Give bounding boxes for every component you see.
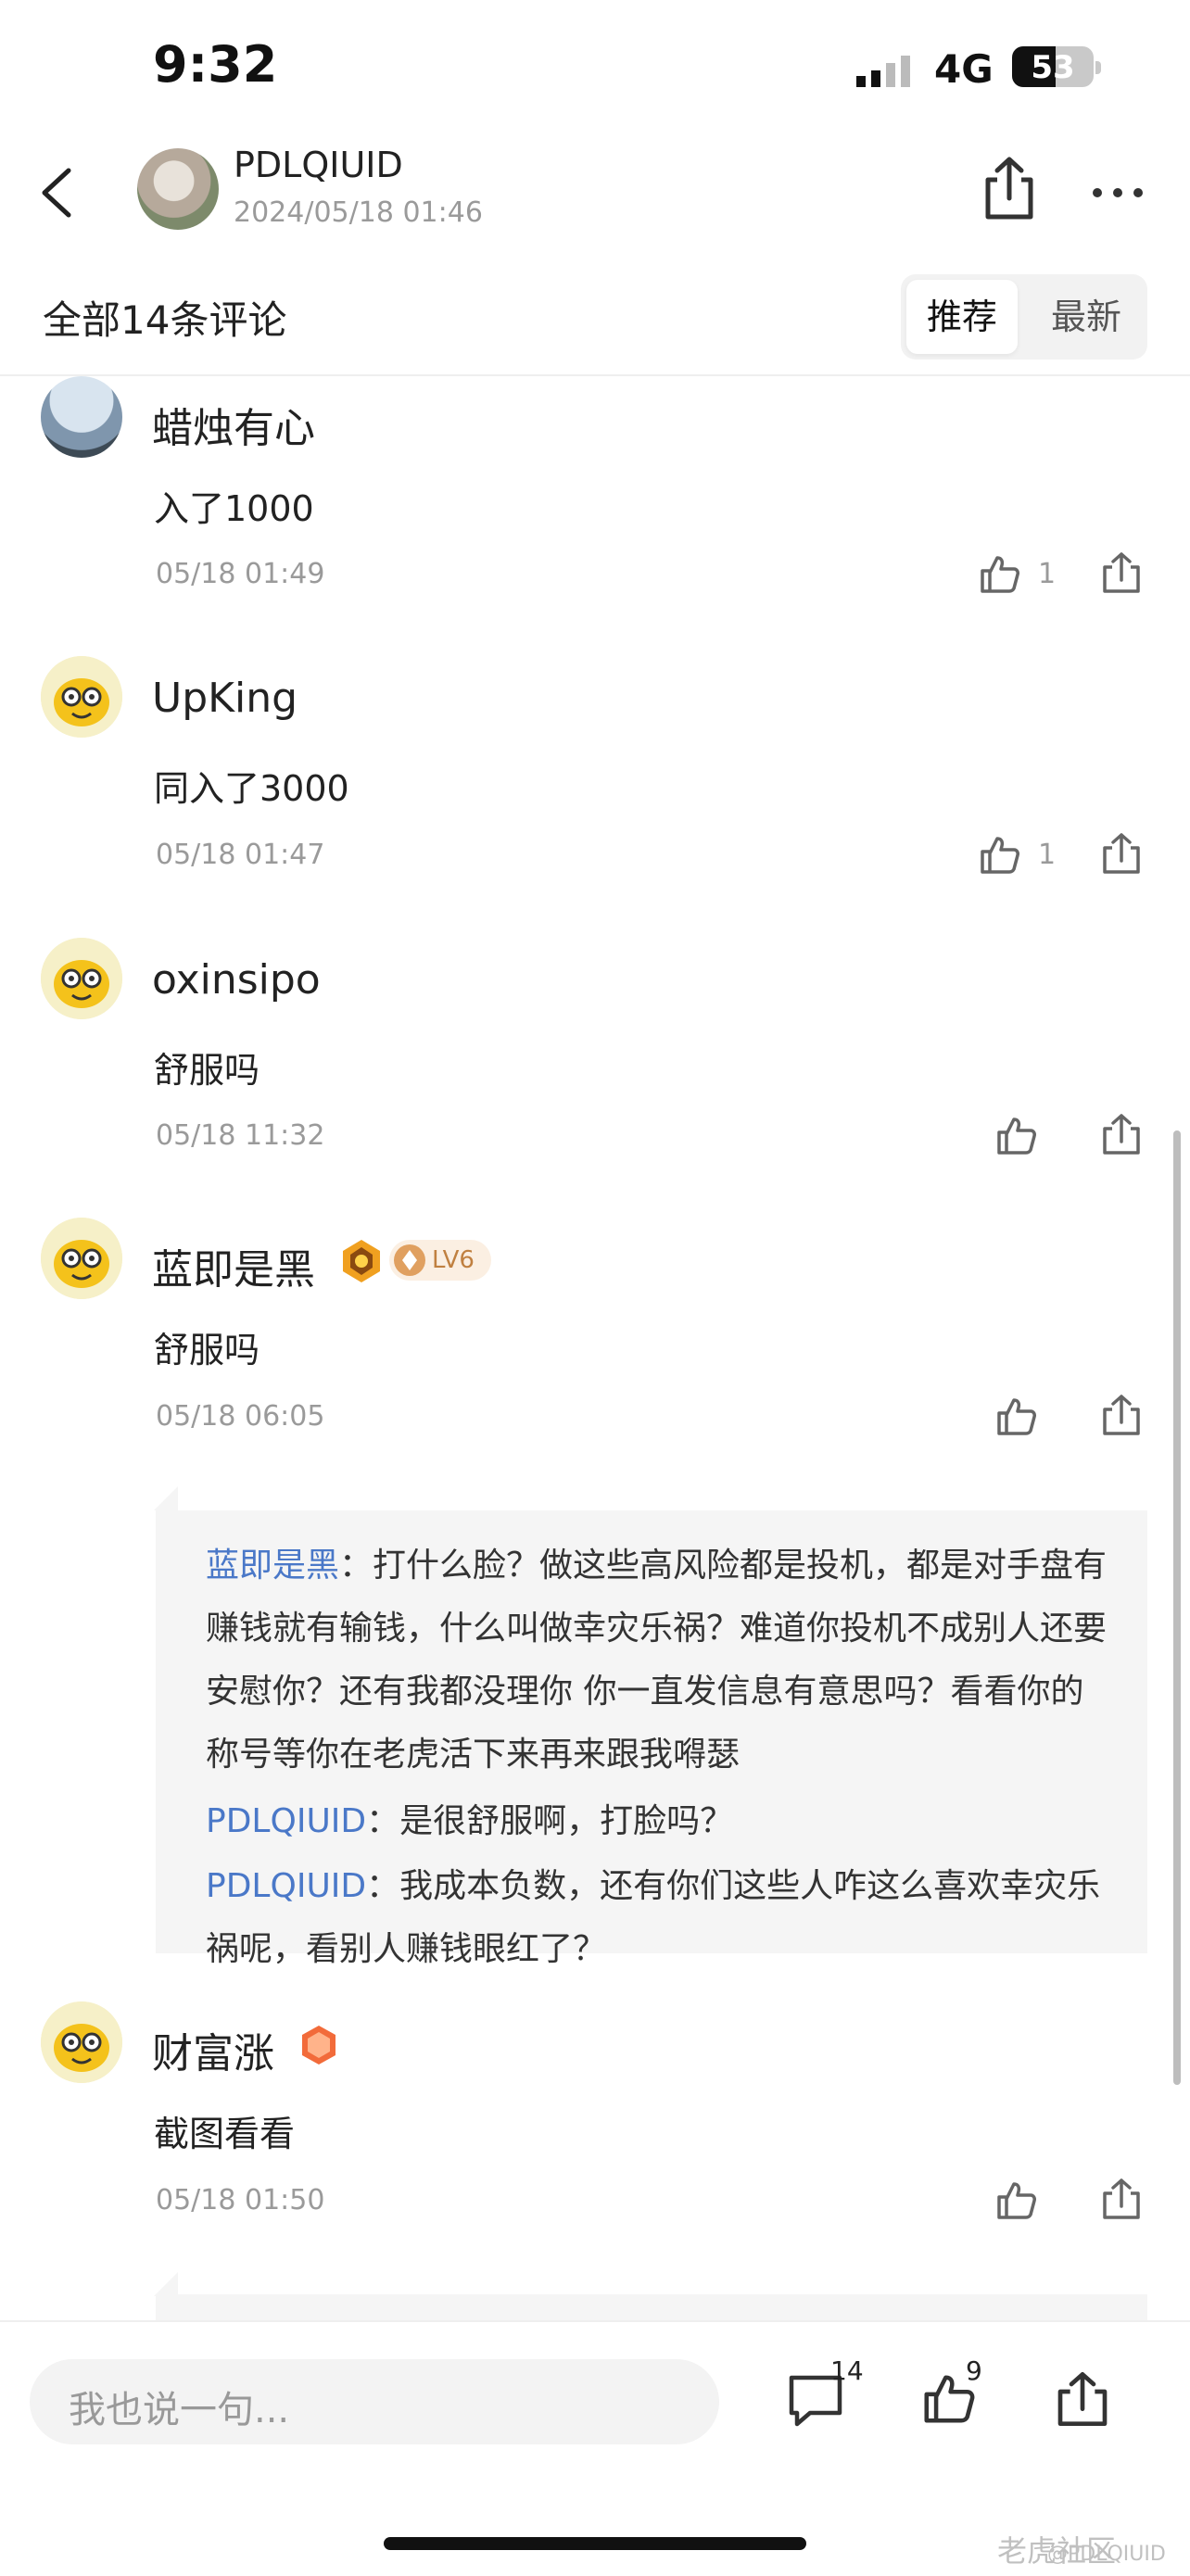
- comment-text: 入了1000: [154, 488, 314, 529]
- reply-author[interactable]: 蓝即是黑: [206, 1547, 339, 1585]
- tiger-mascot-icon: [41, 2001, 122, 2083]
- comment-count-title: 全部14条评论: [43, 297, 287, 343]
- scrollbar[interactable]: [1173, 1130, 1181, 2085]
- comment-time: 05/18 01:49: [156, 558, 325, 590]
- reply-separator: ：: [366, 1867, 400, 1905]
- comment-text: 舒服吗: [154, 1050, 260, 1091]
- commenter-name[interactable]: 蓝即是黑: [152, 1236, 315, 1295]
- like-count: 1: [1038, 839, 1057, 871]
- more-icon[interactable]: [1092, 185, 1144, 200]
- reply-text: 安慰你？还有我都没理你 你一直发信息有意思吗？看看你的: [206, 1673, 1084, 1711]
- share-icon[interactable]: [1099, 1112, 1144, 1156]
- medal-badge-icon: [302, 2026, 335, 2065]
- reply-author[interactable]: PDLQIUID: [206, 1802, 366, 1840]
- comment-text: 同入了3000: [154, 768, 349, 809]
- like-count: 1: [1038, 558, 1057, 590]
- reply-notch: [154, 2272, 178, 2296]
- like-count: 9: [966, 2355, 982, 2386]
- share-icon[interactable]: [977, 156, 1042, 222]
- reply-item[interactable]: 蓝即是黑：打什么脸？做这些高风险都是投机，都是对手盘有 赚钱就有输钱，什么叫做幸…: [206, 1534, 1133, 1787]
- commenter-name[interactable]: 财富涨: [152, 2020, 274, 2079]
- tiger-mascot-icon: [41, 656, 122, 738]
- level-label: LV6: [432, 1246, 475, 1274]
- reply-text: 我成本负数，还有你们这些人咋这么喜欢幸灾乐: [399, 1867, 1101, 1905]
- like-icon[interactable]: [994, 1395, 1038, 1439]
- reply-item[interactable]: PDLQIUID：是很舒服啊，打脸吗？: [206, 1790, 1133, 1853]
- share-icon[interactable]: [1099, 550, 1144, 595]
- status-time: 9:32: [153, 35, 278, 94]
- share-icon[interactable]: [1053, 2368, 1112, 2430]
- back-icon[interactable]: [37, 167, 74, 219]
- like-icon[interactable]: [977, 552, 1021, 597]
- battery-level: 53: [1031, 49, 1075, 86]
- network-type: 4G: [934, 46, 994, 92]
- share-icon[interactable]: [1099, 2177, 1144, 2221]
- reply-text: 打什么脸？做这些高风险都是投机，都是对手盘有: [373, 1547, 1108, 1585]
- tiger-mascot-icon: [41, 1218, 122, 1299]
- commenter-avatar[interactable]: [41, 1218, 122, 1299]
- author-name[interactable]: PDLQIUID: [234, 145, 403, 185]
- reply-text: 赚钱就有输钱，什么叫做幸灾乐祸？难道你投机不成别人还要: [206, 1610, 1108, 1648]
- level-badge: LV6: [389, 1240, 491, 1281]
- commenter-avatar[interactable]: [41, 938, 122, 1019]
- trophy-badge-icon: [343, 1240, 380, 1282]
- watermark-handle-text: @PDLQIUID: [1047, 2543, 1166, 2566]
- comment-input-placeholder[interactable]: 我也说一句...: [69, 2380, 289, 2433]
- battery-icon: 53: [1012, 46, 1094, 87]
- commenter-name[interactable]: 蜡烛有心: [152, 395, 315, 454]
- share-icon[interactable]: [1099, 831, 1144, 876]
- reply-item[interactable]: PDLQIUID：我成本负数，还有你们这些人咋这么喜欢幸灾乐 祸呢，看别人赚钱眼…: [206, 1855, 1133, 1981]
- reply-author[interactable]: PDLQIUID: [206, 1867, 366, 1905]
- like-icon[interactable]: [994, 1114, 1038, 1158]
- replies-box[interactable]: [156, 2294, 1147, 2322]
- like-icon[interactable]: [977, 833, 1021, 878]
- reply-text: 称号等你在老虎活下来再来跟我嘚瑟: [206, 1736, 741, 1774]
- share-icon[interactable]: [1099, 1393, 1144, 1437]
- reply-separator: ：: [366, 1802, 400, 1840]
- comment-time: 05/18 01:47: [156, 839, 325, 871]
- comment-count: 14: [830, 2355, 864, 2386]
- commenter-avatar[interactable]: [41, 656, 122, 738]
- like-icon[interactable]: [994, 2178, 1038, 2223]
- tab-latest[interactable]: 最新: [1029, 280, 1144, 354]
- header-divider: [0, 374, 1190, 376]
- tiger-mascot-icon: [41, 938, 122, 1019]
- home-indicator: [384, 2537, 806, 2550]
- level-icon: [394, 1244, 425, 1276]
- commenter-name[interactable]: UpKing: [152, 675, 298, 722]
- reply-text: 祸呢，看别人赚钱眼红了？: [206, 1930, 607, 1968]
- post-time: 2024/05/18 01:46: [234, 196, 483, 229]
- commenter-name[interactable]: oxinsipo: [152, 956, 321, 1004]
- comment-time: 05/18 01:50: [156, 2184, 325, 2216]
- signal-icon: [856, 56, 910, 87]
- reply-separator: ：: [339, 1547, 373, 1585]
- reply-notch: [154, 1486, 178, 1510]
- comment-text: 截图看看: [154, 2114, 296, 2154]
- comment-text: 舒服吗: [154, 1330, 260, 1370]
- author-avatar[interactable]: [137, 148, 219, 230]
- commenter-avatar[interactable]: [41, 2001, 122, 2083]
- comment-time: 05/18 06:05: [156, 1400, 325, 1433]
- comment-time: 05/18 11:32: [156, 1119, 325, 1152]
- battery-tip: [1095, 61, 1101, 74]
- reply-text: 是很舒服啊，打脸吗？: [399, 1802, 734, 1840]
- tab-recommended[interactable]: 推荐: [906, 280, 1018, 354]
- replies-box[interactable]: 蓝即是黑：打什么脸？做这些高风险都是投机，都是对手盘有 赚钱就有输钱，什么叫做幸…: [156, 1510, 1147, 1968]
- commenter-avatar[interactable]: [41, 376, 122, 458]
